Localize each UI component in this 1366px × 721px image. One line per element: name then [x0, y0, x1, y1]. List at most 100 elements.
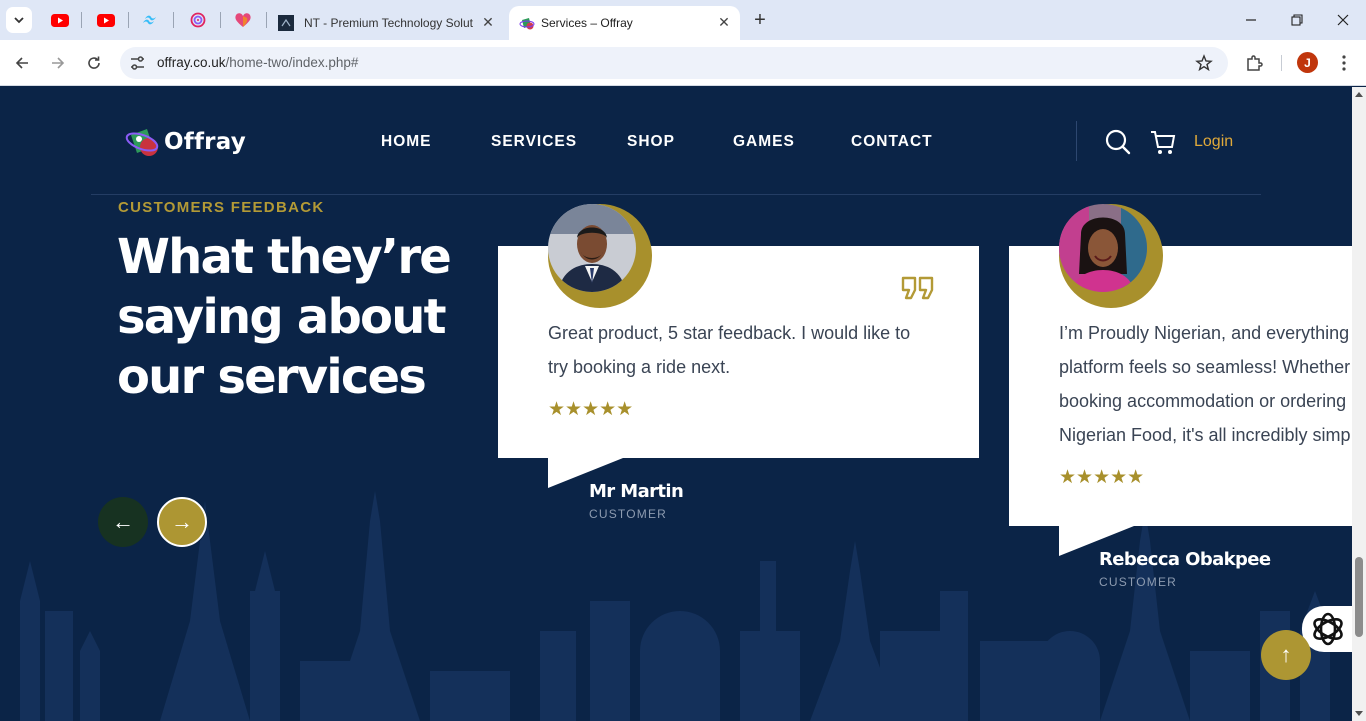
scroll-up-arrow[interactable] [1355, 92, 1363, 97]
page-viewport: Offray HOME SERVICES SHOP GAMES CONTACT … [0, 87, 1352, 721]
reviewer-photo-rebecca [1059, 204, 1147, 292]
address-bar[interactable]: offray.co.uk/home-two/index.php# [120, 47, 1228, 79]
header-divider [1076, 121, 1077, 161]
testimonial-line: I’m Proudly Nigerian, and everything [1059, 323, 1350, 343]
youtube-icon [51, 13, 69, 27]
browser-menu-button[interactable] [1333, 52, 1355, 74]
spiral-icon [190, 12, 206, 28]
nav-home[interactable]: HOME [381, 133, 432, 151]
quote-icon [901, 276, 934, 300]
arrow-left-icon [15, 57, 28, 69]
header-divider-line [91, 194, 1261, 195]
reviewer-photo-martin [548, 204, 636, 292]
carousel-prev-button[interactable]: ← [98, 497, 148, 547]
forward-button[interactable] [47, 52, 69, 74]
chat-widget[interactable] [1302, 606, 1352, 652]
back-button[interactable] [11, 52, 33, 74]
close-window-button[interactable] [1331, 8, 1355, 32]
close-icon [1337, 14, 1349, 26]
tab-separator [220, 12, 221, 28]
search-icon[interactable] [1104, 128, 1132, 156]
nav-services[interactable]: SERVICES [491, 133, 577, 151]
arrow-right-icon [52, 57, 65, 69]
rating-stars: ★★★★★ [1059, 467, 1145, 488]
avatar [548, 204, 636, 292]
testimonial-text: Great product, 5 star feedback. I would … [548, 316, 948, 384]
minimize-icon [1246, 19, 1256, 21]
testimonial-line: Nigerian Food, it's all incredibly simp [1059, 425, 1351, 445]
testimonial-line: Great product, 5 star feedback. I would … [548, 323, 911, 343]
browser-toolbar: offray.co.uk/home-two/index.php# [0, 40, 1366, 86]
tab-separator [81, 12, 82, 28]
site-header: Offray HOME SERVICES SHOP GAMES CONTACT … [0, 87, 1352, 195]
tab-separator [266, 12, 267, 28]
carousel-next-button[interactable]: → [157, 497, 207, 547]
bookmark-star-icon[interactable] [1195, 54, 1213, 72]
testimonial-line: platform feels so seamless! Whether [1059, 357, 1351, 377]
scroll-down-arrow[interactable] [1355, 711, 1363, 716]
heart-app-icon [235, 13, 251, 27]
youtube-icon [97, 13, 115, 27]
toolbar-separator [1281, 55, 1282, 71]
pinned-tab-heart[interactable] [233, 10, 253, 30]
puzzle-icon [1247, 55, 1263, 71]
tab-separator [173, 12, 174, 28]
reviewer-name: Rebecca Obakpee [1099, 549, 1271, 570]
offray-logo-icon [125, 129, 159, 156]
url-text: offray.co.uk/home-two/index.php# [157, 55, 358, 70]
logo-text: Offray [164, 129, 246, 155]
pinned-tab-youtube-1[interactable] [50, 10, 70, 30]
site-logo[interactable]: Offray [125, 125, 246, 159]
page-scrollbar[interactable] [1352, 87, 1366, 721]
testimonial-text: I’m Proudly Nigerian, and everything pla… [1059, 316, 1352, 452]
restore-button[interactable] [1285, 8, 1309, 32]
headline-line: our services [117, 349, 427, 405]
reviewer-name: Mr Martin [589, 481, 684, 502]
tab-separator [128, 12, 129, 28]
headline-line: What they’re [117, 229, 452, 285]
close-icon[interactable]: ✕ [480, 14, 496, 30]
tab-title: NT - Premium Technology Solut [304, 16, 473, 30]
restore-icon [1291, 14, 1303, 26]
reload-button[interactable] [83, 52, 105, 74]
tailwind-icon [143, 15, 156, 25]
testimonial-line: try booking a ride next. [548, 357, 731, 377]
login-link[interactable]: Login [1194, 133, 1233, 151]
nav-games[interactable]: GAMES [733, 133, 795, 151]
scrollbar-thumb[interactable] [1355, 557, 1363, 637]
tab-search-button[interactable] [6, 7, 32, 33]
url-path: /home-two/index.php# [225, 55, 359, 70]
site-settings-icon[interactable] [130, 56, 145, 70]
headline-line: saying about [117, 289, 447, 345]
profile-avatar[interactable]: J [1297, 52, 1318, 73]
tab-title: Services – Offray [541, 16, 633, 30]
rating-stars: ★★★★★ [548, 399, 634, 420]
minimize-button[interactable] [1239, 8, 1263, 32]
nt-favicon-icon [278, 15, 294, 31]
avatar [1059, 204, 1147, 292]
tab-services-offray[interactable]: Services – Offray ✕ [509, 6, 740, 40]
testimonial-line: booking accommodation or ordering [1059, 391, 1347, 411]
pinned-tab-youtube-2[interactable] [96, 10, 116, 30]
nav-contact[interactable]: CONTACT [851, 133, 933, 151]
browser-tab-bar: NT - Premium Technology Solut ✕ Services… [0, 0, 1366, 40]
tab-nt-premium[interactable]: NT - Premium Technology Solut ✕ [268, 6, 504, 40]
reviewer-role: CUSTOMER [589, 507, 668, 521]
reviewer-role: CUSTOMER [1099, 575, 1178, 589]
nav-shop[interactable]: SHOP [627, 133, 675, 151]
extensions-button[interactable] [1243, 52, 1265, 74]
section-eyebrow: CUSTOMERS FEEDBACK [118, 199, 325, 216]
section-headline: What they’re saying about our services [117, 227, 457, 407]
url-host: offray.co.uk [157, 55, 226, 70]
pinned-tab-spiral[interactable] [188, 10, 208, 30]
close-icon[interactable]: ✕ [716, 14, 732, 30]
scroll-to-top-button[interactable]: ↑ [1261, 630, 1311, 680]
offray-favicon-icon [519, 18, 535, 30]
more-vertical-icon [1342, 55, 1346, 71]
openai-logo-icon [1313, 612, 1343, 646]
new-tab-button[interactable]: + [749, 9, 771, 31]
reload-icon [88, 56, 100, 69]
chevron-down-icon [14, 17, 24, 24]
pinned-tab-tailwind[interactable] [141, 10, 161, 30]
cart-icon[interactable] [1149, 128, 1177, 156]
